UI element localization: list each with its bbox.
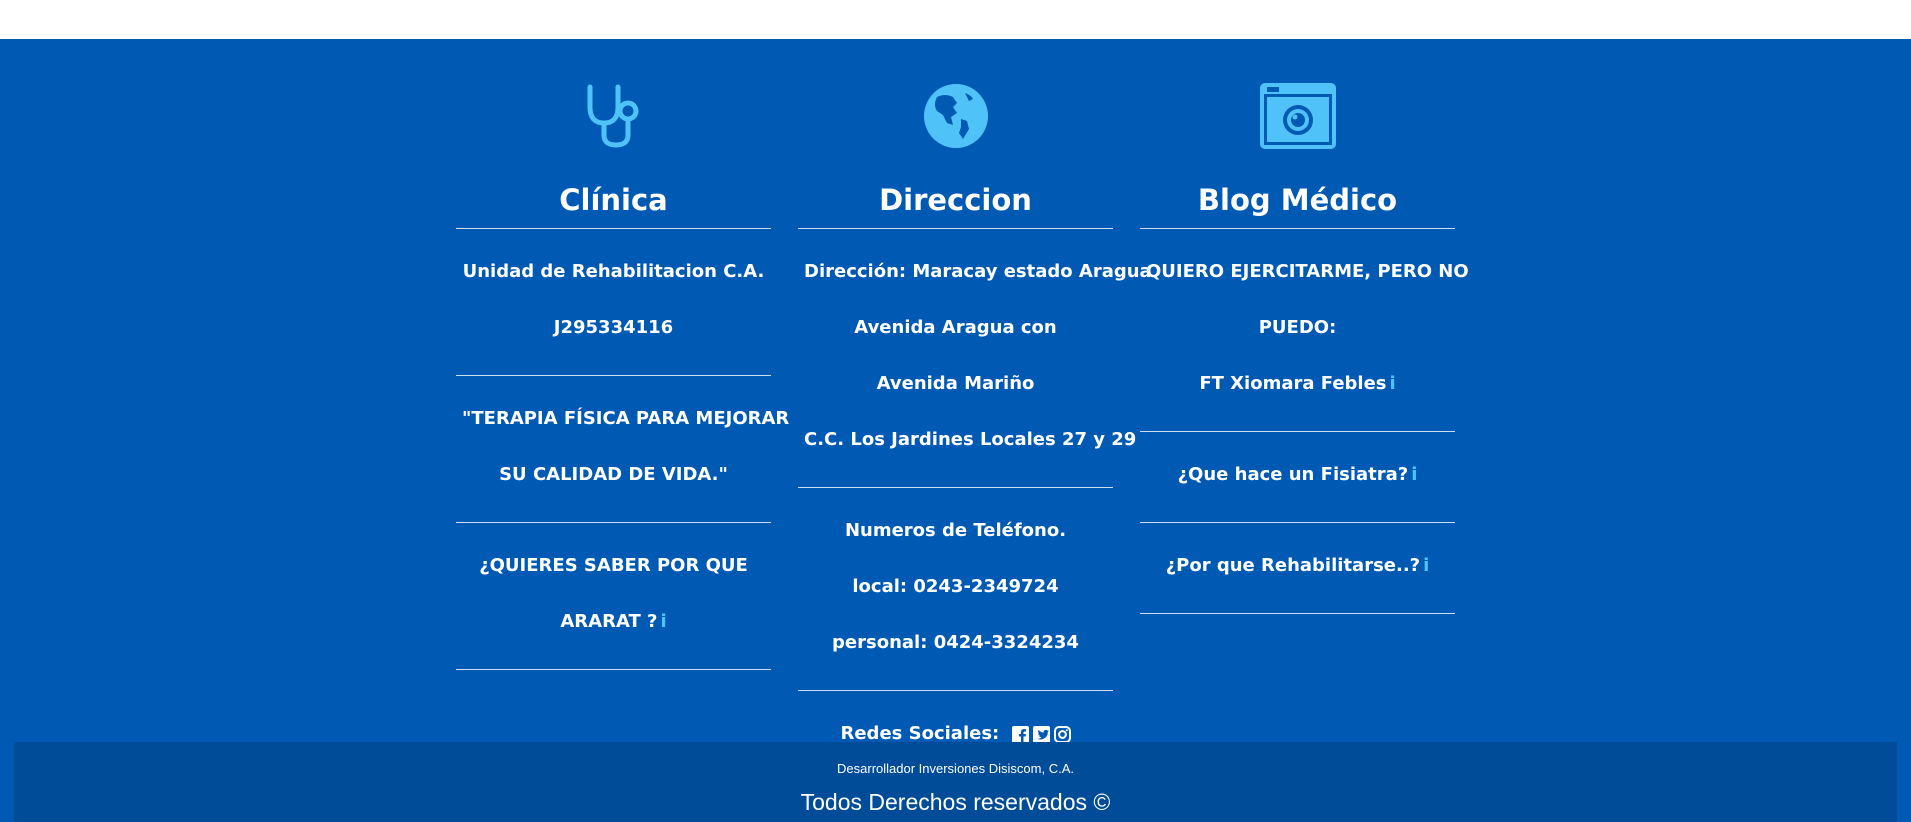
facebook-icon[interactable] <box>1011 725 1029 743</box>
text-line: SU CALIDAD DE VIDA." <box>499 464 728 485</box>
instagram-icon[interactable] <box>1053 725 1071 743</box>
clinic-info-block: Unidad de Rehabilitacion C.A. J295334116 <box>456 229 771 376</box>
camera-icon <box>1140 39 1455 149</box>
twitter-icon[interactable] <box>1032 725 1050 743</box>
footer-columns: Clínica Unidad de Rehabilitacion C.A. J2… <box>456 39 1469 782</box>
column-direccion: Direccion Dirección: Maracay estado Arag… <box>798 39 1152 782</box>
column-title: Direccion <box>798 182 1113 229</box>
developer-credit: Desarrollador Inversiones Disiscom, C.A. <box>837 761 1074 776</box>
text-line: Avenida Mariño <box>876 373 1035 394</box>
info-icon[interactable]: i <box>1411 464 1417 485</box>
phone-block: Numeros de Teléfono. local: 0243-2349724… <box>798 488 1113 691</box>
why-ararat-link[interactable]: ARARAT ? i <box>462 594 765 650</box>
text-line: ¿QUIERES SABER POR QUE <box>479 555 748 576</box>
column-title: Clínica <box>456 182 771 229</box>
stethoscope-icon <box>456 39 771 149</box>
column-clinica: Clínica Unidad de Rehabilitacion C.A. J2… <box>456 39 790 782</box>
globe-icon <box>798 39 1113 149</box>
text-line: Unidad de Rehabilitacion C.A. <box>462 261 765 282</box>
blog-post-block: ¿Que hace un Fisiatra? i <box>1140 432 1455 523</box>
top-white-bar <box>0 0 1911 39</box>
copyright-text: Todos Derechos reservados © <box>800 789 1111 815</box>
site-footer: Clínica Unidad de Rehabilitacion C.A. J2… <box>0 39 1911 822</box>
text-line: QUIERO EJERCITARME, PERO NO <box>1146 261 1469 282</box>
link-label: ¿Que hace un Fisiatra? <box>1177 464 1409 485</box>
blog-post-link[interactable]: ¿Por que Rehabilitarse..? i <box>1146 538 1449 594</box>
text-line: Avenida Aragua con <box>854 317 1057 338</box>
text-line: J295334116 <box>553 317 674 338</box>
why-ararat-block: ¿QUIERES SABER POR QUE ARARAT ? i <box>456 523 771 670</box>
info-icon[interactable]: i <box>1390 373 1396 394</box>
social-label: Redes Sociales: <box>840 723 1000 744</box>
blog-post-link[interactable]: FT Xiomara Febles i <box>1146 356 1449 412</box>
blog-post-block: QUIERO EJERCITARME, PERO NO PUEDO: FT Xi… <box>1140 229 1469 432</box>
text-line: Numeros de Teléfono. <box>844 520 1067 541</box>
blog-post-block: ¿Por que Rehabilitarse..? i <box>1140 523 1455 614</box>
address-block: Dirección: Maracay estado Aragua Avenida… <box>798 229 1152 488</box>
text-line: C.C. Los Jardines Locales 27 y 29 <box>804 429 1137 450</box>
column-blog: Blog Médico QUIERO EJERCITARME, PERO NO … <box>1140 39 1469 782</box>
link-label: ¿Por que Rehabilitarse..? <box>1165 555 1421 576</box>
copyright-bar: Desarrollador Inversiones Disiscom, C.A.… <box>14 742 1897 822</box>
info-icon[interactable]: i <box>660 611 666 632</box>
social-icons <box>1011 725 1071 743</box>
column-title: Blog Médico <box>1140 182 1455 229</box>
link-label: ARARAT ? <box>560 611 658 632</box>
link-label: FT Xiomara Febles <box>1199 373 1387 394</box>
blog-post-link[interactable]: ¿Que hace un Fisiatra? i <box>1146 447 1449 503</box>
text-line: local: 0243-2349724 <box>852 576 1059 597</box>
slogan-block: "TERAPIA FÍSICA PARA MEJORAR SU CALIDAD … <box>456 376 790 523</box>
info-icon[interactable]: i <box>1423 555 1429 576</box>
text-line: PUEDO: <box>1258 317 1337 338</box>
text-line: "TERAPIA FÍSICA PARA MEJORAR <box>462 408 790 429</box>
text-line: Dirección: Maracay estado Aragua <box>804 261 1152 282</box>
text-line: personal: 0424-3324234 <box>832 632 1079 653</box>
